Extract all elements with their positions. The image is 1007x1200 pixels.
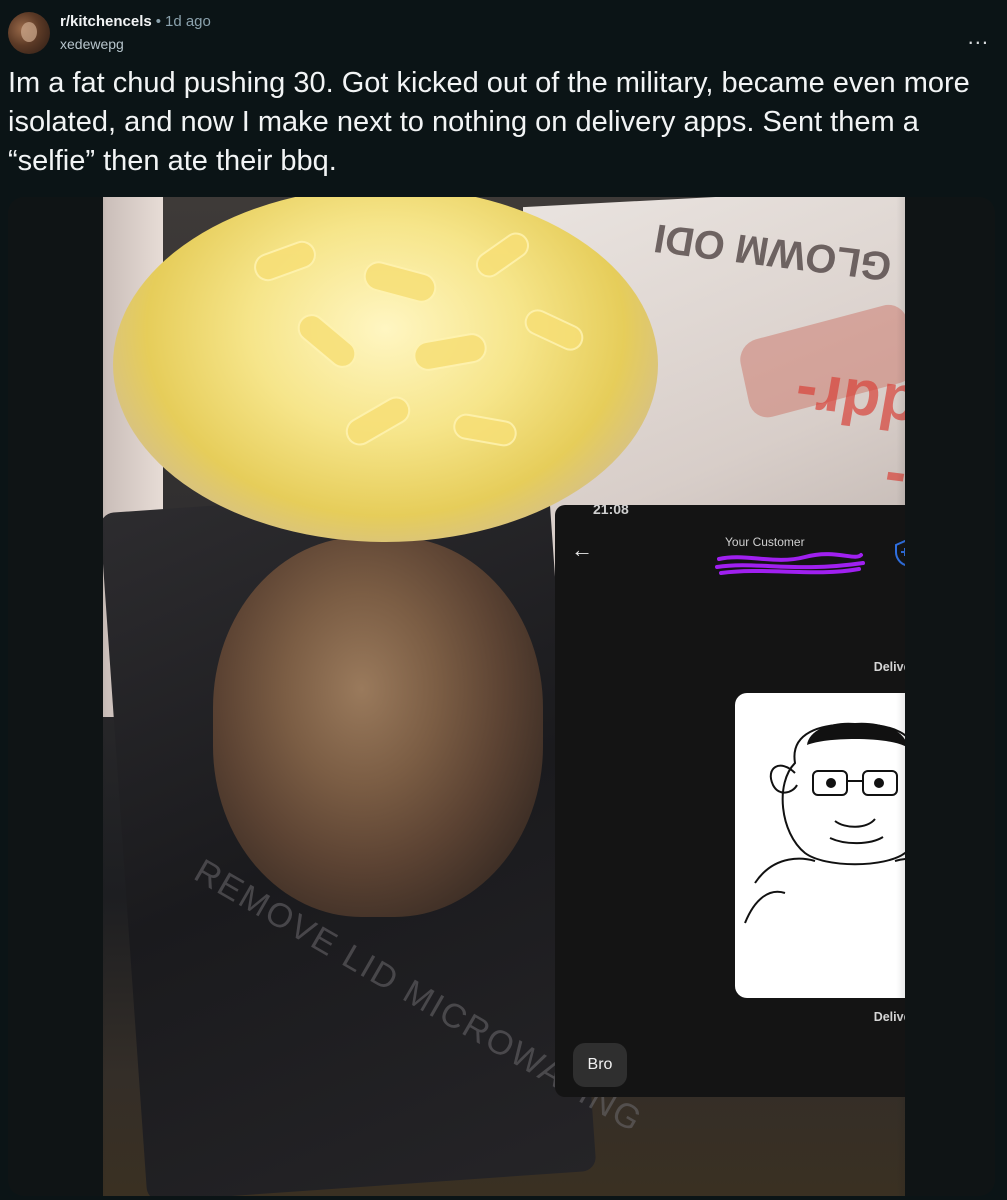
meta-separator: • xyxy=(155,13,161,30)
post-header: r/kitchencels • 1d ago xedewepg ... xyxy=(8,10,997,60)
pulled-pork xyxy=(213,537,543,917)
chat-header: ← Your Customer ✆ xyxy=(555,529,905,585)
chat-title: Your Customer xyxy=(725,535,805,549)
chat-screenshot: 21:08 ••• ▮ ← Your Customer ✆ Me Deliver… xyxy=(555,505,905,1097)
delivered-timestamp: Delivered at 20:36 xyxy=(873,1010,905,1024)
subreddit-link[interactable]: r/kitchencels xyxy=(60,13,152,30)
noodle xyxy=(451,411,519,449)
post-age: 1d ago xyxy=(164,13,211,30)
noodle xyxy=(340,391,416,451)
back-arrow-icon[interactable]: ← xyxy=(571,537,593,563)
wojak-drawing-icon xyxy=(744,722,905,924)
redaction-scribble xyxy=(715,552,865,575)
post-meta: r/kitchencels • 1d ago xyxy=(60,13,211,31)
post-image[interactable]: GLOWM ODI -ddr- REMOVE LID MICROWAVING 2… xyxy=(8,197,995,1196)
status-bar: 21:08 ••• ▮ xyxy=(555,505,905,529)
message-image-drawing[interactable] xyxy=(735,693,905,998)
bag-print-text: GLOWM ODI xyxy=(650,215,895,289)
post-title[interactable]: Im a fat chud pushing 30. Got kicked out… xyxy=(8,64,993,181)
noodle xyxy=(360,257,440,307)
noodle xyxy=(520,305,588,355)
delivered-timestamp: Delivered at 20:36 xyxy=(873,660,905,674)
mac-and-cheese-cup xyxy=(113,197,658,542)
food-photo: GLOWM ODI -ddr- REMOVE LID MICROWAVING 2… xyxy=(103,197,905,1196)
noodle xyxy=(291,308,363,374)
shield-icon[interactable] xyxy=(893,539,905,567)
more-options-icon[interactable]: ... xyxy=(968,24,989,50)
subreddit-avatar[interactable] xyxy=(8,12,50,54)
noodle xyxy=(410,330,490,374)
message-bubble-bro: Bro xyxy=(573,1043,627,1087)
noodle xyxy=(250,236,320,286)
status-time: 21:08 xyxy=(593,505,629,517)
noodle xyxy=(470,227,535,283)
username-link[interactable]: xedewepg xyxy=(60,36,124,52)
